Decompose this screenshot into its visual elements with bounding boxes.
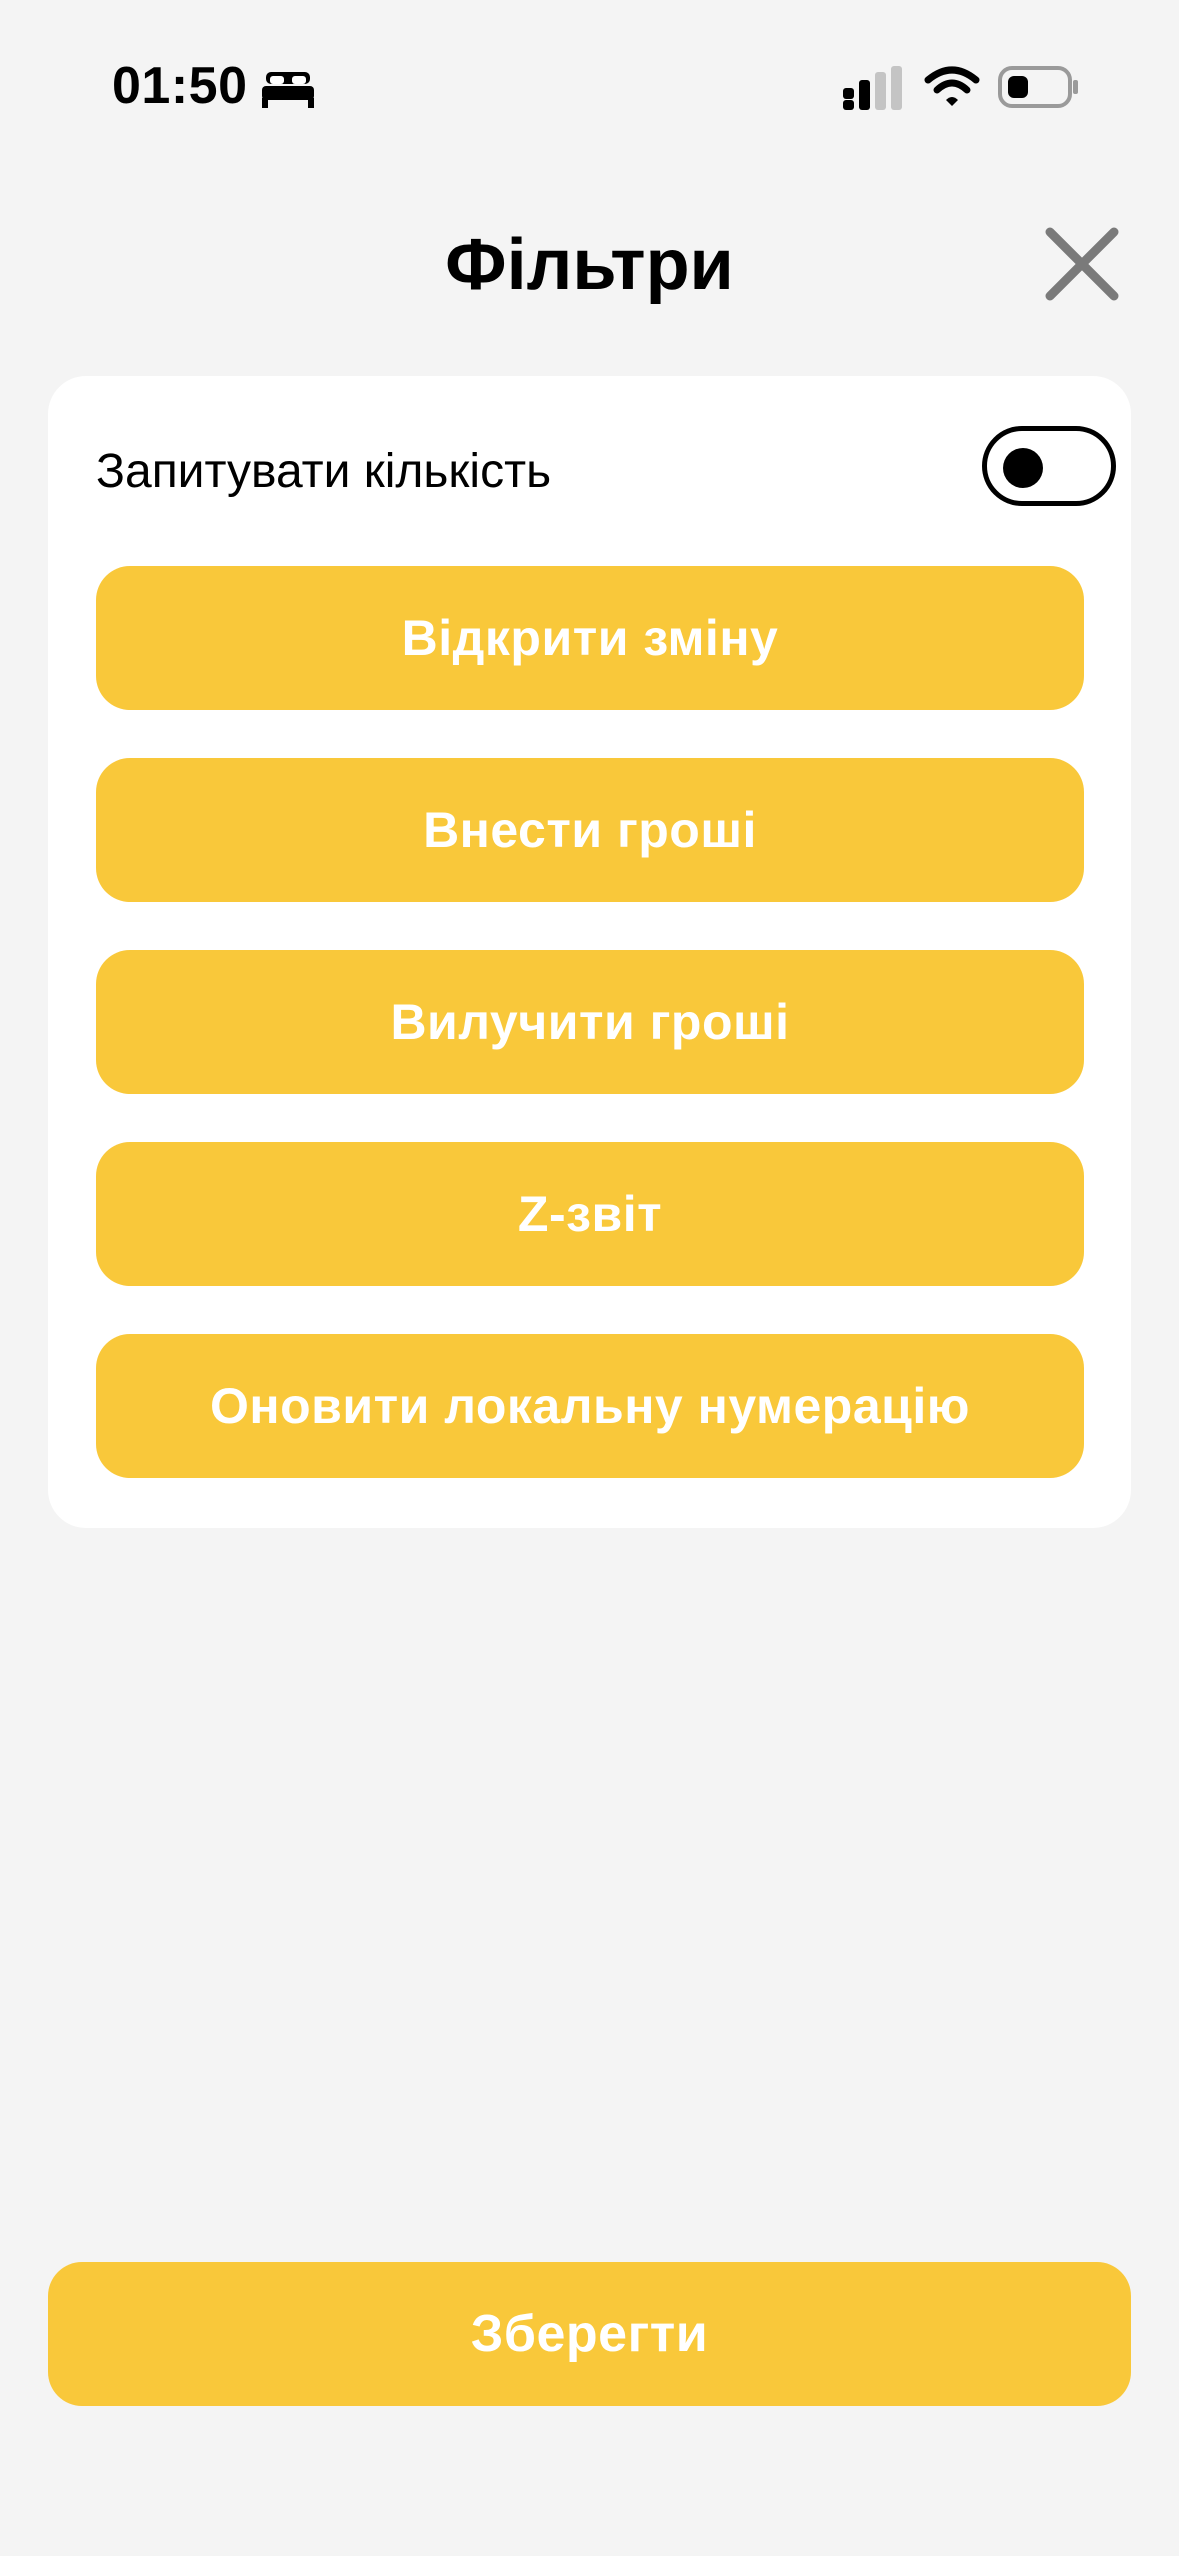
page-title: Фільтри <box>445 225 734 305</box>
cellular-signal-icon <box>843 66 905 110</box>
filters-card: Запитувати кількість Відкрити зміну Внес… <box>48 376 1131 1528</box>
toggle-knob <box>1003 448 1043 488</box>
update-local-numbering-button[interactable]: Оновити локальну нумерацію <box>96 1334 1084 1478</box>
withdraw-money-button[interactable]: Вилучити гроші <box>96 950 1084 1094</box>
request-quantity-toggle[interactable] <box>982 426 1116 506</box>
deposit-money-button[interactable]: Внести гроші <box>96 758 1084 902</box>
battery-icon <box>998 66 1080 108</box>
wifi-icon <box>924 66 980 108</box>
open-shift-button[interactable]: Відкрити зміну <box>96 566 1084 710</box>
status-time: 01:50 <box>112 57 248 115</box>
sleep-icon <box>262 68 314 108</box>
request-quantity-row: Запитувати кількість <box>96 426 1124 518</box>
close-button[interactable] <box>1040 222 1124 306</box>
z-report-button[interactable]: Z-звіт <box>96 1142 1084 1286</box>
close-icon <box>1045 227 1119 301</box>
status-bar: 01:50 <box>0 0 1179 170</box>
save-button[interactable]: Зберегти <box>48 2262 1131 2406</box>
request-quantity-label: Запитувати кількість <box>96 445 552 498</box>
